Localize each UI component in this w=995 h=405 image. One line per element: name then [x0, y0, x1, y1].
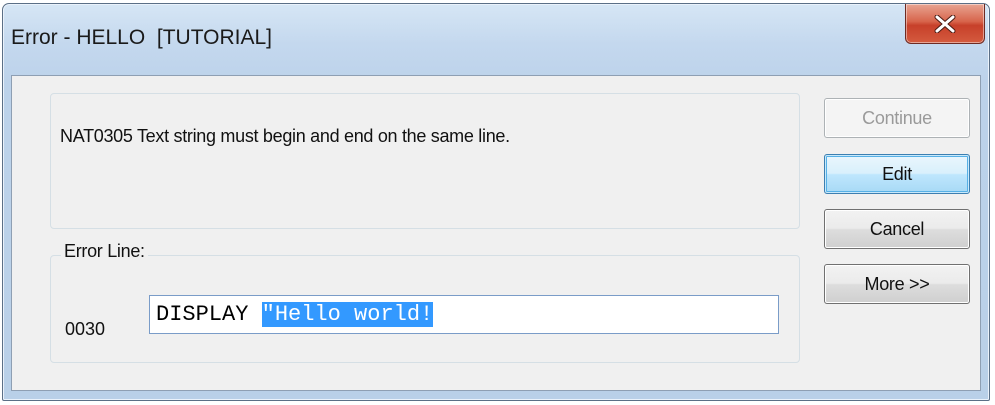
more-button[interactable]: More >> — [824, 264, 970, 304]
close-icon — [934, 14, 956, 33]
close-button[interactable] — [905, 4, 985, 44]
dialog-client-area: NAT0305 Text string must begin and end o… — [11, 75, 981, 391]
code-text: DISPLAY — [156, 302, 262, 327]
window-title: Error - HELLO [TUTORIAL] — [11, 26, 272, 49]
edit-button[interactable]: Edit — [824, 154, 970, 194]
cancel-button[interactable]: Cancel — [824, 209, 970, 249]
error-line-group: Error Line: 0030 DISPLAY "Hello world! — [50, 241, 800, 363]
line-number: 0030 — [65, 319, 106, 339]
error-message: NAT0305 Text string must begin and end o… — [60, 126, 510, 146]
error-dialog-window: Error - HELLO [TUTORIAL] NAT0305 Text st… — [2, 3, 990, 401]
error-line-label: Error Line: — [61, 241, 148, 262]
continue-button[interactable]: Continue — [824, 98, 970, 138]
title-bar[interactable]: Error - HELLO [TUTORIAL] — [3, 4, 989, 76]
message-panel: NAT0305 Text string must begin and end o… — [50, 93, 800, 229]
error-line-field[interactable]: DISPLAY "Hello world! — [149, 295, 779, 334]
selected-code-text: "Hello world! — [261, 302, 434, 327]
